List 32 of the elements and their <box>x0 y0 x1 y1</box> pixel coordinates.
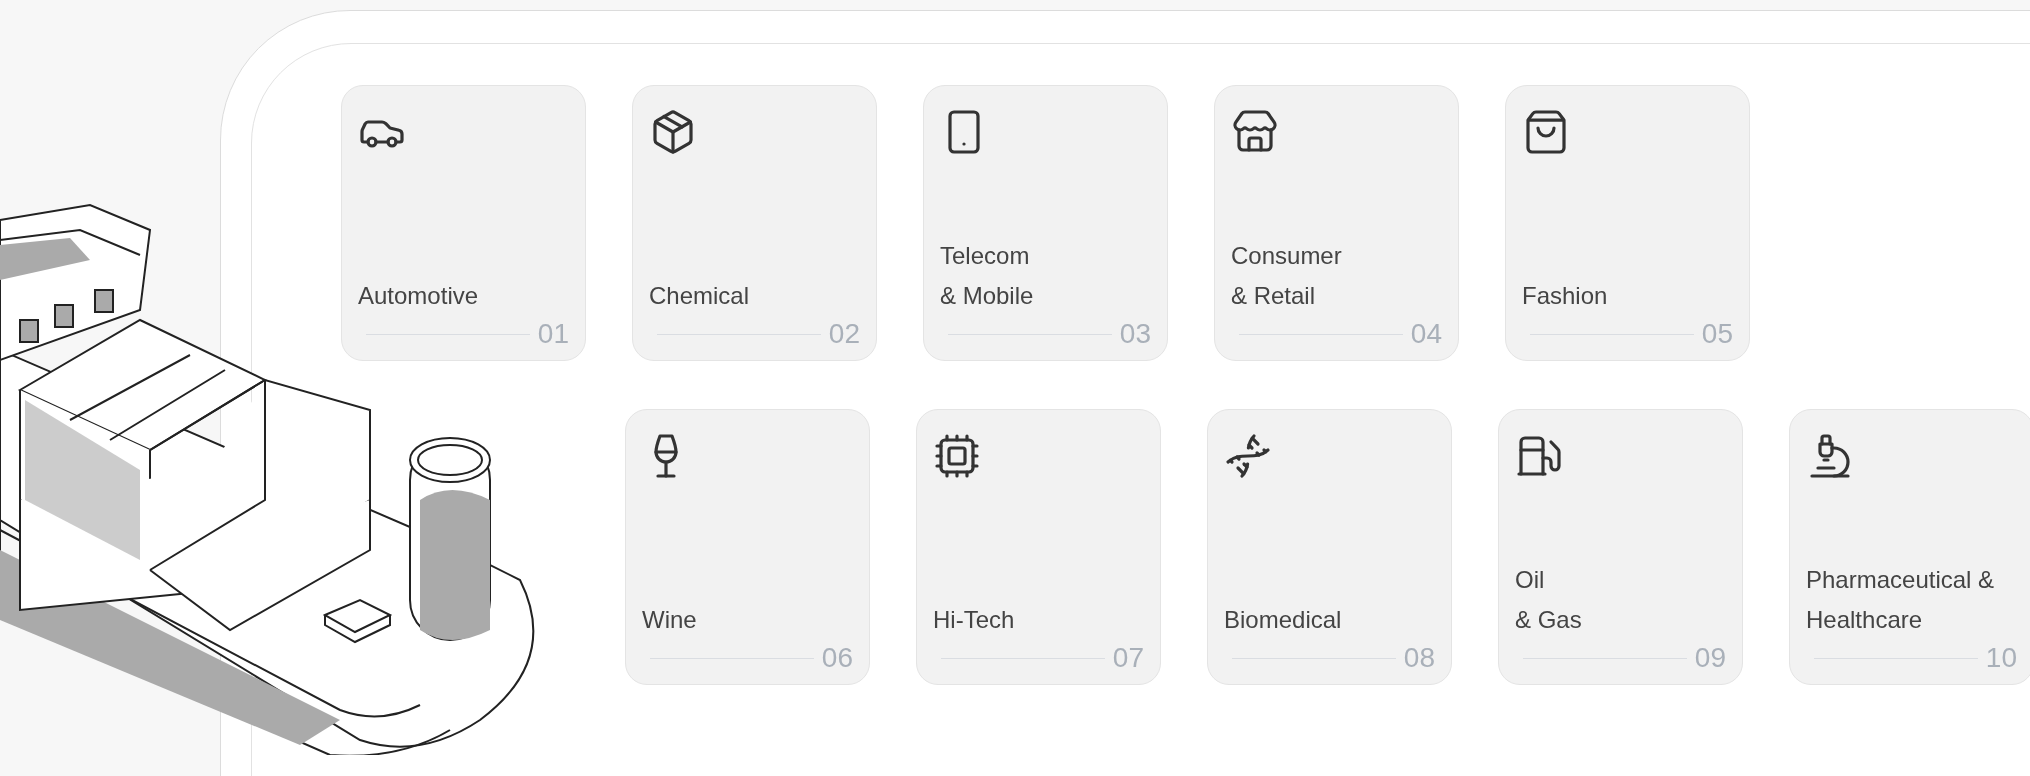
industry-card[interactable]: Telecom & Mobile 03 <box>923 85 1168 361</box>
card-number: 08 <box>1403 642 1435 674</box>
industry-card[interactable]: Automotive 01 <box>341 85 586 361</box>
industry-card[interactable]: Pharmaceutical & Healthcare 10 <box>1789 409 2030 685</box>
industry-card[interactable]: Hi-Tech 07 <box>916 409 1161 685</box>
card-number: 10 <box>1985 642 2017 674</box>
dna-icon <box>1224 432 1272 480</box>
card-label: Wine <box>642 605 698 635</box>
card-number: 04 <box>1410 318 1442 350</box>
industry-card[interactable]: Chemical 02 <box>632 85 877 361</box>
card-label: Fashion <box>1522 281 1609 311</box>
industry-card[interactable]: Fashion 05 <box>1505 85 1750 361</box>
card-label: Hi-Tech <box>933 605 1016 635</box>
chip-icon <box>933 432 981 480</box>
card-number: 06 <box>821 642 853 674</box>
card-number: 05 <box>1701 318 1733 350</box>
card-number: 07 <box>1112 642 1144 674</box>
card-label: Oil & Gas <box>1515 565 1583 635</box>
card-label: Biomedical <box>1224 605 1343 635</box>
industry-card[interactable]: Biomedical 08 <box>1207 409 1452 685</box>
card-number: 01 <box>537 318 569 350</box>
card-number: 09 <box>1694 642 1726 674</box>
card-label: Pharmaceutical & Healthcare <box>1806 565 1996 635</box>
industry-card[interactable]: Wine 06 <box>625 409 870 685</box>
card-label: Telecom & Mobile <box>940 241 1035 311</box>
industry-card[interactable]: Consumer & Retail 04 <box>1214 85 1459 361</box>
industry-card[interactable]: Oil & Gas 09 <box>1498 409 1743 685</box>
card-number: 02 <box>828 318 860 350</box>
card-number: 03 <box>1119 318 1151 350</box>
card-label: Automotive <box>358 281 480 311</box>
card-label: Consumer & Retail <box>1231 241 1343 311</box>
card-label: Chemical <box>649 281 751 311</box>
